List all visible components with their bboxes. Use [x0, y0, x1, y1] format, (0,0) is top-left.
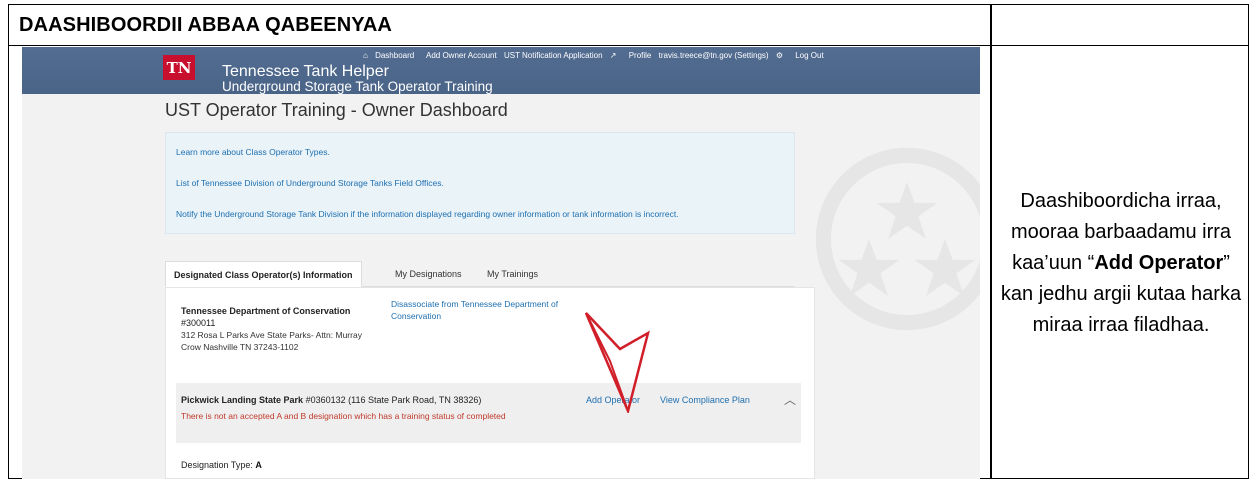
- field-offices-link[interactable]: List of Tennessee Division of Undergroun…: [176, 178, 444, 188]
- class-operator-types-link[interactable]: Learn more about Class Operator Types.: [176, 147, 330, 157]
- nav-ust-notification[interactable]: UST Notification Application ↗: [504, 51, 622, 60]
- facility-warning: There is not an accepted A and B designa…: [181, 411, 506, 421]
- nav-add-owner[interactable]: Add Owner Account: [426, 51, 497, 60]
- external-link-icon: ↗: [609, 51, 617, 60]
- facility-name-text: Pickwick Landing State Park: [181, 395, 304, 405]
- nav-dashboard[interactable]: ⌂ Dashboard: [363, 51, 419, 60]
- designation-type-label: Designation Type:: [181, 460, 253, 470]
- app-screenshot: TN Tennessee Tank Helper Underground Sto…: [22, 47, 980, 479]
- owner-name-text: Tennessee Department of Conservation: [181, 306, 351, 316]
- document-header-row: DAASHIBOORDII ABBAA QABEENYAA: [9, 5, 1248, 46]
- facility-detail: #0360132 (116 State Park Road, TN 38326): [305, 395, 482, 405]
- page-title: UST Operator Training - Owner Dashboard: [165, 100, 508, 120]
- nav-dashboard-label: Dashboard: [375, 51, 415, 60]
- nav-profile[interactable]: Profile: [629, 51, 652, 60]
- app-subtitle: Underground Storage Tank Operator Traini…: [222, 79, 493, 94]
- nav-ust-notification-label: UST Notification Application: [503, 51, 603, 60]
- instruction-text: Daashiboordicha irraa, mooraa barbaadamu…: [1000, 186, 1242, 341]
- facility-row[interactable]: Pickwick Landing State Park #0360132 (11…: [176, 383, 801, 443]
- owner-name: Tennessee Department of Conservation #30…: [181, 305, 351, 329]
- chevron-up-icon[interactable]: ︿: [784, 391, 796, 408]
- facility-name: Pickwick Landing State Park #0360132 (11…: [181, 395, 481, 405]
- tn-logo[interactable]: TN: [163, 55, 195, 80]
- view-compliance-plan-link[interactable]: View Compliance Plan: [660, 395, 750, 405]
- nav-logout[interactable]: Log Out: [795, 51, 823, 60]
- red-arrow-pointer-icon: [584, 312, 650, 413]
- disassociate-link[interactable]: Disassociate from Tennessee Department o…: [391, 298, 571, 322]
- designation-type: Designation Type: A: [181, 460, 262, 470]
- notify-division-link[interactable]: Notify the Underground Storage Tank Divi…: [176, 209, 679, 219]
- tennessee-seal-watermark-icon: [815, 147, 980, 331]
- document-title: DAASHIBOORDII ABBAA QABEENYAA: [19, 14, 392, 36]
- instruction-cell: Daashiboordicha irraa, mooraa barbaadamu…: [992, 46, 1250, 479]
- nav-user-label: travis.treece@tn.gov (Settings): [658, 51, 769, 60]
- designation-type-value: A: [255, 460, 262, 470]
- tab-my-designations[interactable]: My Designations: [387, 261, 470, 287]
- info-links-box: Learn more about Class Operator Types. L…: [165, 132, 795, 234]
- gear-icon: ⚙: [775, 51, 783, 60]
- instruction-text-bold: Add Operator: [1094, 251, 1224, 274]
- top-navigation: ⌂ Dashboard Add Owner Account UST Notifi…: [363, 51, 829, 60]
- owner-id: #300011: [181, 318, 216, 328]
- designated-operators-panel: Tennessee Department of Conservation #30…: [165, 287, 815, 479]
- owner-address: 312 Rosa L Parks Ave State Parks- Attn: …: [181, 330, 362, 352]
- app-header-bar: TN Tennessee Tank Helper Underground Sto…: [22, 47, 980, 94]
- tab-designated-operators[interactable]: Designated Class Operator(s) Information: [165, 261, 362, 287]
- nav-user-settings[interactable]: travis.treece@tn.gov (Settings) ⚙: [659, 51, 788, 60]
- dashboard-tabs: Designated Class Operator(s) Information…: [165, 261, 795, 287]
- tab-my-trainings[interactable]: My Trainings: [479, 261, 546, 287]
- app-title: Tennessee Tank Helper: [222, 63, 389, 80]
- home-icon: ⌂: [363, 51, 368, 60]
